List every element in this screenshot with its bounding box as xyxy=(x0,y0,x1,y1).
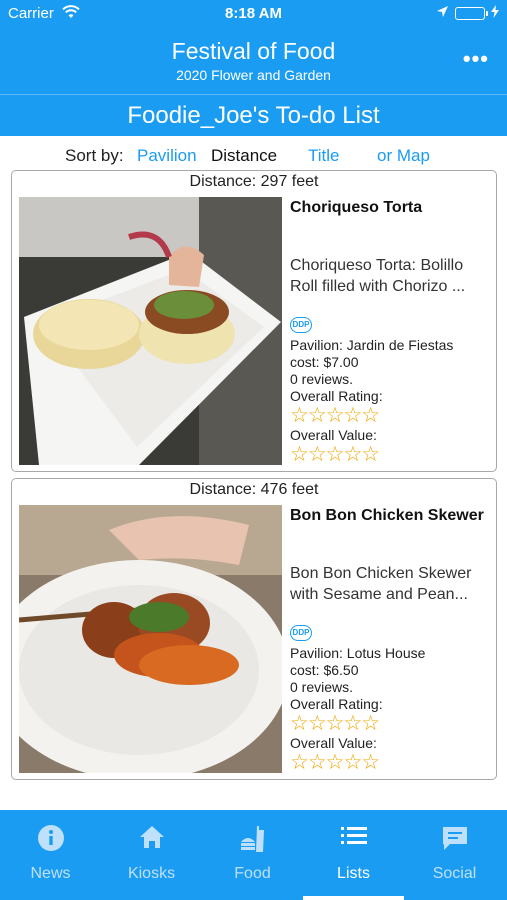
food-name: Bon Bon Chicken Skewer xyxy=(290,507,484,524)
tab-label: Food xyxy=(234,865,271,882)
more-options-icon[interactable]: ••• xyxy=(463,46,489,72)
tab-lists[interactable]: Lists xyxy=(303,810,404,900)
cost-label: cost: $7.00 xyxy=(290,354,359,370)
app-title: Festival of Food xyxy=(171,38,336,64)
location-arrow-icon xyxy=(436,5,449,22)
ddp-badge: DDP xyxy=(290,317,312,333)
food-card[interactable]: Distance: 297 feet Choriqueso Torta Chor… xyxy=(11,170,497,472)
sort-distance-button[interactable]: Distance xyxy=(211,146,277,166)
food-meta: Pavilion: Jardin de Fiestas cost: $7.00 … xyxy=(290,337,453,466)
chat-icon xyxy=(441,824,469,854)
food-icon xyxy=(238,824,268,854)
active-tab-indicator xyxy=(303,896,404,900)
rating-stars[interactable]: ☆☆☆☆☆ xyxy=(290,405,453,427)
value-stars[interactable]: ☆☆☆☆☆ xyxy=(290,444,453,466)
pavilion-label: Pavilion: Lotus House xyxy=(290,645,426,661)
food-photo xyxy=(19,505,282,773)
pavilion-label: Pavilion: Jardin de Fiestas xyxy=(290,337,454,353)
sort-title-button[interactable]: Title xyxy=(308,146,340,166)
food-info: Choriqueso Torta Choriqueso Torta: Bolil… xyxy=(290,197,494,466)
charging-icon xyxy=(491,5,499,22)
value-stars[interactable]: ☆☆☆☆☆ xyxy=(290,752,425,774)
food-description: Bon Bon Chicken Skewer with Sesame and P… xyxy=(290,565,472,603)
distance-label: Distance: 297 feet xyxy=(189,173,319,190)
overall-value-label: Overall Value: xyxy=(290,427,377,443)
home-icon xyxy=(138,824,166,854)
tab-news[interactable]: News xyxy=(0,810,101,900)
tab-label: News xyxy=(30,865,71,882)
sort-map-button[interactable]: or Map xyxy=(377,146,430,166)
food-photo xyxy=(19,197,282,465)
food-meta: Pavilion: Lotus House cost: $6.50 0 revi… xyxy=(290,645,425,774)
tab-social[interactable]: Social xyxy=(404,810,505,900)
food-description: Choriqueso Torta: Bolillo Roll filled wi… xyxy=(290,257,466,295)
clock: 8:18 AM xyxy=(225,5,282,22)
sort-label: Sort by: xyxy=(65,146,124,165)
food-card[interactable]: Distance: 476 feet Bon Bon Chicken Skewe… xyxy=(11,478,497,780)
tab-label: Kiosks xyxy=(127,865,176,882)
tab-label: Social xyxy=(432,865,477,882)
ddp-badge: DDP xyxy=(290,625,312,641)
rating-stars[interactable]: ☆☆☆☆☆ xyxy=(290,713,425,735)
tab-kiosks[interactable]: Kiosks xyxy=(101,810,202,900)
reviews-label: 0 reviews. xyxy=(290,371,354,387)
list-icon xyxy=(340,824,367,854)
sort-bar: Sort by: Pavilion Distance Title or Map xyxy=(0,144,507,166)
reviews-label: 0 reviews. xyxy=(290,679,354,695)
nav-bar: Festival of Food 2020 Flower and Garden … xyxy=(0,28,507,94)
food-name: Choriqueso Torta xyxy=(290,199,423,216)
sort-pavilion-button[interactable]: Pavilion xyxy=(137,146,197,166)
overall-rating-label: Overall Rating: xyxy=(290,388,383,404)
overall-value-label: Overall Value: xyxy=(290,735,377,751)
list-title: Foodie_Joe's To-do List xyxy=(0,94,507,136)
tab-bar: News Kiosks Food Lists Social xyxy=(0,810,507,900)
app-subtitle: 2020 Flower and Garden xyxy=(176,67,331,83)
battery-icon xyxy=(455,7,488,20)
food-info: Bon Bon Chicken Skewer Bon Bon Chicken S… xyxy=(290,505,494,774)
overall-rating-label: Overall Rating: xyxy=(290,696,383,712)
tab-label: Lists xyxy=(337,865,370,882)
info-icon xyxy=(37,824,65,854)
status-bar: Carrier 8:18 AM xyxy=(0,0,507,28)
distance-label: Distance: 476 feet xyxy=(189,481,319,498)
cost-label: cost: $6.50 xyxy=(290,662,359,678)
tab-food[interactable]: Food xyxy=(202,810,303,900)
